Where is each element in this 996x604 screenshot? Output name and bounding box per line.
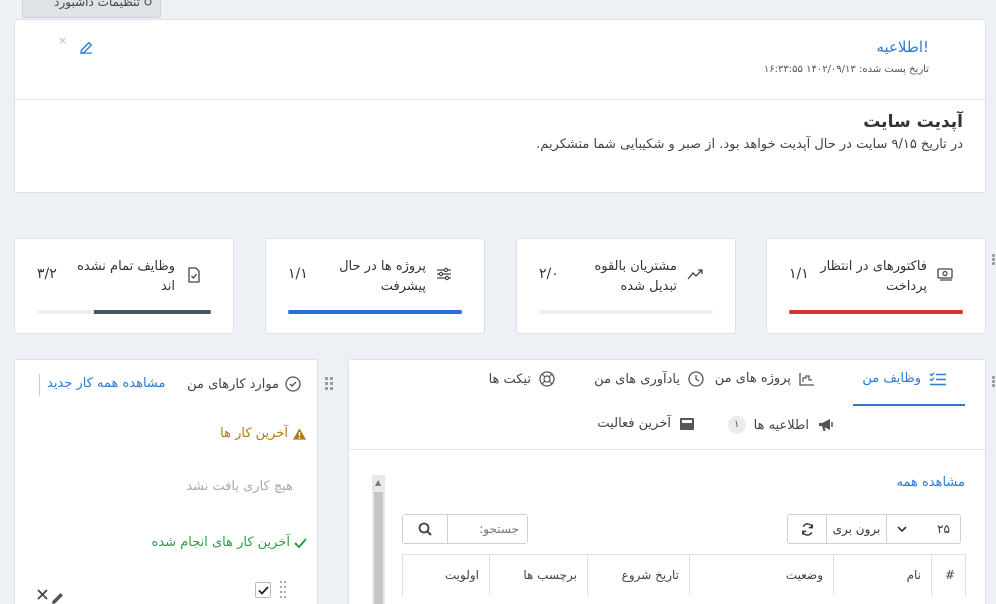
pencil-icon[interactable]	[51, 591, 65, 604]
active-tab-indicator	[853, 404, 965, 406]
support-icon	[539, 371, 555, 387]
drag-handle-icon[interactable]	[325, 376, 333, 390]
tasks-table: # نام وضعیت تاریخ شروع برچسب ها اولویت	[402, 554, 966, 595]
column-header[interactable]: نام	[833, 555, 931, 595]
progress-track	[789, 310, 963, 314]
latest-tasks-text: آخرین کار ها	[220, 426, 288, 441]
dashboard-settings-tab[interactable]: تنظیمات داشبورد	[22, 0, 161, 18]
announcement-title: اطلاعیه!	[876, 38, 929, 56]
search-button[interactable]	[403, 515, 447, 543]
drag-handle-icon[interactable]	[992, 253, 996, 266]
gear-icon	[142, 0, 154, 9]
check-circle-icon	[285, 376, 301, 392]
search-icon	[418, 522, 432, 536]
progress-fill	[94, 310, 211, 314]
tab-my-tasks[interactable]: وظایف من	[862, 371, 947, 386]
tab-label: آخرین فعالیت	[597, 416, 671, 431]
announcement-date: تاریخ پست شده: ۱۴۰۲/۰۹/۱۳ ۱۶:۳۳:۵۵	[763, 64, 929, 75]
export-button[interactable]: برون بری	[826, 515, 886, 543]
stat-card-invoices[interactable]: فاکتورهای در انتظار پرداخت ۱/۱	[766, 238, 986, 334]
trend-icon	[687, 267, 703, 281]
progress-track	[288, 310, 462, 314]
edit-icon[interactable]	[79, 40, 94, 55]
tab-my-projects[interactable]: پروژه های من	[715, 371, 815, 386]
search-input[interactable]	[447, 515, 527, 543]
chart-icon	[799, 372, 815, 386]
tab-my-reminders[interactable]: یادآوری های من	[594, 371, 704, 387]
tasks-list-icon	[929, 372, 947, 386]
page-size-select[interactable]: ۲۵	[886, 515, 960, 543]
refresh-button[interactable]	[788, 515, 826, 543]
stat-label: وظایف تمام نشده اند	[77, 259, 175, 294]
tab-tickets[interactable]: تیکت ها	[489, 371, 555, 387]
money-icon	[937, 267, 953, 281]
drag-handle-icon[interactable]	[280, 580, 286, 598]
sliders-icon	[436, 267, 452, 281]
column-header[interactable]: اولویت	[403, 555, 489, 595]
stat-label: فاکتورهای در انتظار پرداخت	[820, 259, 927, 294]
column-header[interactable]: وضعیت	[689, 555, 833, 595]
stat-card-tasks[interactable]: وظایف تمام نشده اند ۳/۲	[14, 238, 234, 334]
my-tasks-title-text: موارد کارهای من	[187, 376, 279, 392]
completed-tasks-text: آخرین کار های انجام شده	[151, 535, 290, 550]
stat-card-customers[interactable]: مشتریان بالقوه تبدیل شده ۲/۰	[516, 238, 736, 334]
scroll-up-arrow-icon[interactable]: ▲	[375, 478, 381, 487]
progress-track	[539, 310, 713, 314]
stat-value: ۳/۲	[37, 266, 57, 282]
tab-label: وظایف من	[862, 371, 921, 386]
progress-fill	[288, 310, 462, 314]
close-icon[interactable]	[37, 589, 48, 600]
clock-icon	[688, 371, 704, 387]
tab-label: تیکت ها	[488, 371, 531, 387]
tab-label: یادآوری های من	[594, 371, 680, 387]
dashboard-settings-label: تنظیمات داشبورد	[54, 0, 140, 9]
view-all-link[interactable]: مشاهده همه	[897, 475, 966, 490]
progress-fill	[789, 310, 963, 314]
tab-announcements[interactable]: اطلاعیه ها ۱	[727, 416, 835, 434]
tabs-panel: وظایف من پروژه های من یادآوری های من تیک…	[348, 359, 986, 604]
column-header[interactable]: #	[931, 555, 965, 595]
announcement-body-text: در تاریخ ۹/۱۵ سایت در حال آپدیت خواهد بو…	[536, 137, 963, 152]
column-header[interactable]: تاریخ شروع	[587, 555, 689, 595]
view-all-new-tasks-link[interactable]: مشاهده همه کار جدید	[47, 376, 165, 391]
announcements-count-badge: ۱	[727, 416, 746, 434]
inbox-icon	[679, 417, 695, 431]
checkmark-icon	[294, 537, 307, 549]
refresh-icon	[801, 522, 814, 536]
megaphone-icon	[817, 417, 835, 433]
table-header-row: # نام وضعیت تاریخ شروع برچسب ها اولویت	[403, 555, 965, 595]
stat-card-projects[interactable]: پروژه ها در حال پیشرفت ۱/۱	[265, 238, 485, 334]
stat-value: ۲/۰	[539, 266, 559, 282]
completed-tasks-heading: آخرین کار های انجام شده	[152, 535, 307, 550]
progress-track	[37, 310, 211, 314]
stat-label: مشتریان بالقوه تبدیل شده	[594, 259, 677, 294]
warning-icon	[292, 427, 307, 441]
task-checkbox[interactable]	[255, 582, 271, 598]
stat-label: پروژه ها در حال پیشرفت	[339, 259, 426, 294]
divider	[39, 374, 40, 396]
chevron-down-icon	[897, 525, 907, 533]
tab-label: پروژه های من	[714, 371, 791, 386]
tab-label: اطلاعیه ها	[753, 417, 809, 433]
table-controls: ۲۵ برون بری	[787, 514, 961, 544]
divider	[15, 99, 985, 100]
drag-handle-icon[interactable]	[992, 375, 996, 388]
my-tasks-title: موارد کارهای من	[187, 376, 301, 392]
file-check-icon	[187, 267, 201, 283]
my-tasks-panel: موارد کارهای من مشاهده همه کار جدید آخری…	[14, 359, 318, 604]
stat-value: ۱/۱	[288, 266, 308, 282]
tab-latest-activity[interactable]: آخرین فعالیت	[597, 416, 695, 431]
close-icon[interactable]: ×	[58, 34, 67, 47]
empty-state-text: هیچ کاری یافت نشد	[186, 479, 293, 494]
announcement-body-title: آپدیت سایت	[863, 112, 963, 132]
page-size-value: ۲۵	[937, 522, 950, 536]
divider	[349, 449, 985, 450]
list-item	[15, 577, 317, 604]
search-box	[402, 514, 528, 544]
column-header[interactable]: برچسب ها	[489, 555, 587, 595]
latest-tasks-heading: آخرین کار ها	[220, 426, 307, 441]
scrollbar-thumb[interactable]	[374, 492, 383, 604]
stat-value: ۱/۱	[789, 266, 809, 282]
announcement-card: اطلاعیه! تاریخ پست شده: ۱۴۰۲/۰۹/۱۳ ۱۶:۳۳…	[14, 19, 986, 193]
